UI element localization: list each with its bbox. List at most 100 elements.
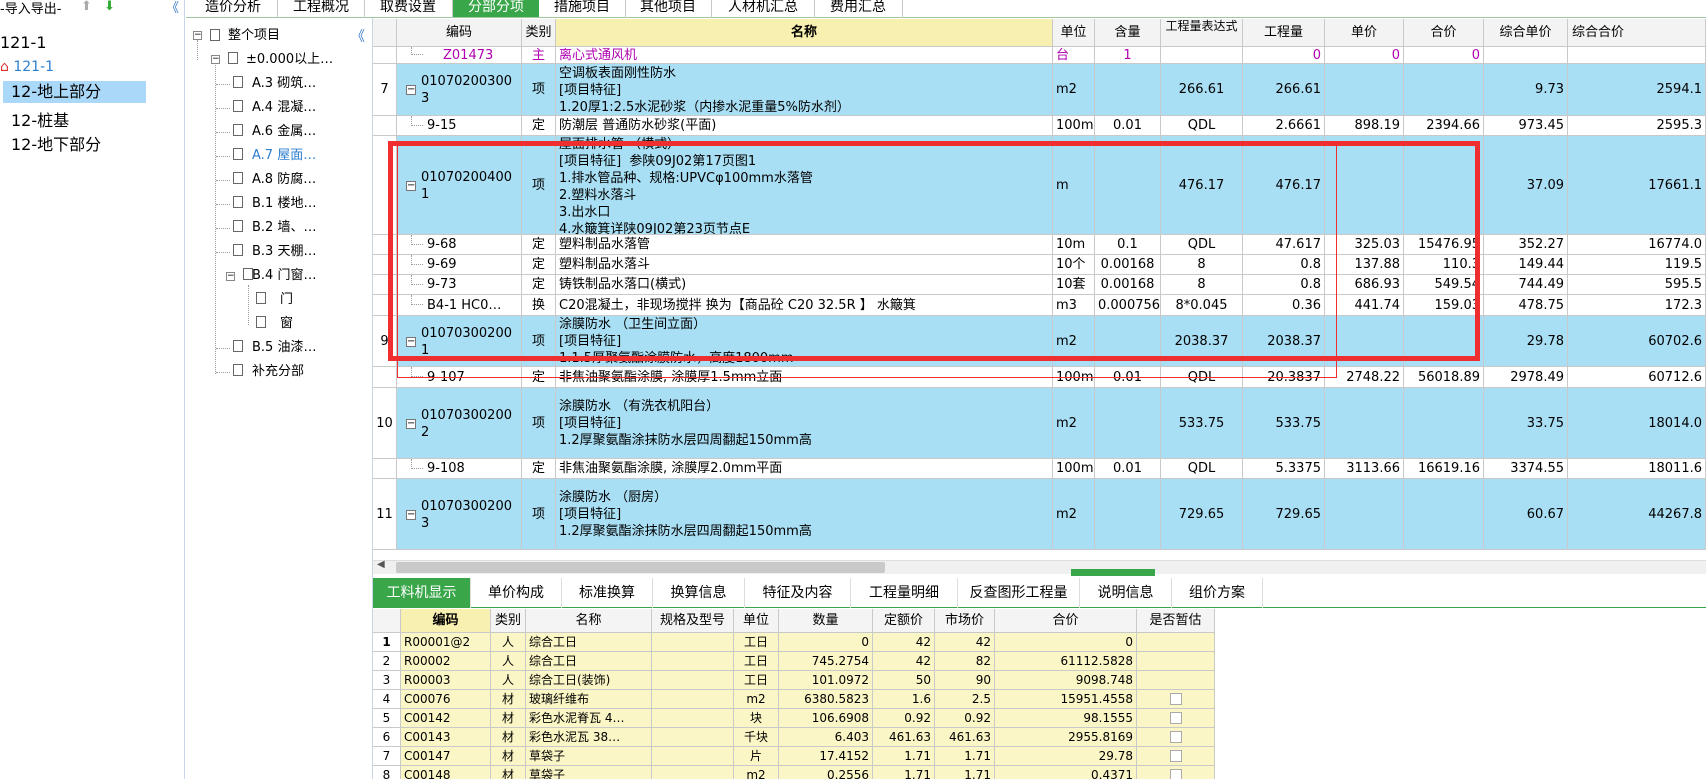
project-item-pile[interactable]: 12-桩基 xyxy=(11,107,69,131)
material-row[interactable]: 2 R00002 人综合工日 工日 745.2754 42 82 61112.5828 xyxy=(373,652,1251,671)
cell-qty[interactable]: 5.3375 xyxy=(1243,459,1325,479)
cell-unit-price[interactable]: 2978.49 xyxy=(1484,367,1568,388)
cell-price[interactable]: 3113.66 xyxy=(1325,459,1404,479)
bcell-unit[interactable]: 块 xyxy=(734,709,779,728)
bcell-no[interactable]: 3 xyxy=(373,671,401,690)
estimate-checkbox[interactable] xyxy=(1169,769,1182,779)
item-row[interactable]: 7 01070200300 3− 项空调板表面刚性防水 [项目特征] 1.20厚1:… xyxy=(373,64,1706,116)
cell-sum[interactable]: 18014.0 xyxy=(1568,388,1706,459)
cell-code[interactable]: 01070300200 3− xyxy=(397,479,522,550)
bcell-quota[interactable]: 0.92 xyxy=(873,709,935,728)
cell-unit-price[interactable]: 60.67 xyxy=(1484,479,1568,550)
bcell-unit[interactable]: 工日 xyxy=(734,652,779,671)
tree-item-a6[interactable]: A.6 金属… xyxy=(252,121,316,143)
bcell-est[interactable] xyxy=(1137,671,1215,690)
cell-name[interactable]: 涂膜防水 （厨房） [项目特征] 1.2厚聚氨酯涂抹防水层四周翻起150mm高 xyxy=(556,479,1053,550)
cell-sum[interactable]: 17661.1 xyxy=(1568,136,1706,235)
material-row[interactable]: 8 C00148 材草袋子 m2 0.2556 1.71 1.71 0.4371 xyxy=(373,766,1251,779)
bcell-unit[interactable]: m2 xyxy=(734,690,779,709)
cell-sum[interactable]: 44267.8 xyxy=(1568,479,1706,550)
cell-type[interactable]: 项 xyxy=(522,388,556,459)
cell-expr[interactable] xyxy=(1161,47,1243,64)
cell-total[interactable] xyxy=(1404,479,1484,550)
bcell-code[interactable]: C00148 xyxy=(401,766,491,779)
quota-row[interactable]: Z01473 主离心式通风机 台 1 0 0 0 xyxy=(373,47,1706,64)
header-unit-price[interactable]: 综合单价 xyxy=(1484,19,1568,47)
cell-sum[interactable]: 119.5 xyxy=(1568,255,1706,275)
estimate-checkbox[interactable] xyxy=(1169,693,1182,705)
bcell-name[interactable]: 综合工日 xyxy=(526,652,652,671)
project-root[interactable]: 121-1 xyxy=(0,33,47,52)
cell-qty-rate[interactable]: 1 xyxy=(1095,47,1161,64)
cell-unit[interactable]: 台 xyxy=(1053,47,1095,64)
cell-name[interactable]: 涂膜防水 （有洗衣机阳台） [项目特征] 1.2厚聚氨酯涂抹防水层四周翻起150… xyxy=(556,388,1053,459)
cell-unit-price[interactable]: 478.75 xyxy=(1484,295,1568,316)
bcell-qty[interactable]: 106.6908 xyxy=(779,709,873,728)
estimate-checkbox[interactable] xyxy=(1169,750,1182,762)
cell-sum[interactable]: 172.3 xyxy=(1568,295,1706,316)
bheader-estimate[interactable]: 是否暂估 xyxy=(1137,609,1215,633)
header-name[interactable]: 名称 xyxy=(556,19,1053,47)
tree-item-supplement[interactable]: 补充分部 xyxy=(252,361,304,383)
tree-item-a7[interactable]: A.7 屋面… xyxy=(252,145,316,167)
bcell-code[interactable]: C00147 xyxy=(401,747,491,766)
cell-sum[interactable]: 18011.6 xyxy=(1568,459,1706,479)
cell-expr[interactable]: 533.75 xyxy=(1161,388,1243,459)
material-row[interactable]: 4 C00076 材玻璃纤维布 m2 6380.5823 1.6 2.5 15951.4558 xyxy=(373,690,1251,709)
cell-unit-price[interactable]: 33.75 xyxy=(1484,388,1568,459)
material-row[interactable]: 1 R00001@2 人综合工日 工日 0 42 42 0 xyxy=(373,633,1251,652)
cell-no[interactable] xyxy=(373,47,397,64)
tab-other-items[interactable]: 其他项目 xyxy=(626,0,710,17)
cell-unit-price[interactable]: 3374.55 xyxy=(1484,459,1568,479)
bcell-type[interactable]: 人 xyxy=(491,633,526,652)
collapse-b4-icon[interactable]: − xyxy=(226,272,235,281)
scroll-left-icon[interactable]: ◀ xyxy=(377,559,385,570)
item-row[interactable]: 10 01070300200 2− 项涂膜防水 （有洗衣机阳台） [项目特征] 1.… xyxy=(373,388,1706,459)
bcell-qty[interactable]: 101.0972 xyxy=(779,671,873,690)
bheader-market[interactable]: 市场价 xyxy=(935,609,995,633)
tree-item-window[interactable]: 窗 xyxy=(280,313,293,335)
bcell-market[interactable]: 2.5 xyxy=(935,690,995,709)
collapse-left-icon[interactable]: 《 xyxy=(166,0,179,16)
bcell-spec[interactable] xyxy=(652,766,734,779)
cell-unit-price[interactable]: 973.45 xyxy=(1484,116,1568,136)
cell-total[interactable]: 2394.66 xyxy=(1404,116,1484,136)
bheader-code[interactable]: 编码 xyxy=(401,609,491,633)
cell-unit-price[interactable]: 29.78 xyxy=(1484,316,1568,367)
bcell-spec[interactable] xyxy=(652,652,734,671)
cell-qty[interactable]: 533.75 xyxy=(1243,388,1325,459)
bcell-name[interactable]: 综合工日(装饰) xyxy=(526,671,652,690)
cell-total[interactable] xyxy=(1404,64,1484,116)
collapse-row-icon[interactable]: − xyxy=(406,418,416,429)
cell-unit-price[interactable]: 9.73 xyxy=(1484,64,1568,116)
cell-code[interactable]: 01070200300 3− xyxy=(397,64,522,116)
tab-sections[interactable]: 分部分项 xyxy=(453,0,539,17)
material-row[interactable]: 5 C00142 材彩色水泥脊瓦 4… 块 106.6908 0.92 0.92 98.155… xyxy=(373,709,1251,728)
bcell-market[interactable]: 461.63 xyxy=(935,728,995,747)
bcell-code[interactable]: C00076 xyxy=(401,690,491,709)
bcell-spec[interactable] xyxy=(652,633,734,652)
bcell-no[interactable]: 6 xyxy=(373,728,401,747)
header-unit[interactable]: 单位 xyxy=(1053,19,1095,47)
bcell-quota[interactable]: 461.63 xyxy=(873,728,935,747)
material-row[interactable]: 7 C00147 材草袋子片 17.4152 1.71 1.71 29.78 xyxy=(373,747,1251,766)
cell-type[interactable]: 项 xyxy=(522,64,556,116)
bheader-name[interactable]: 名称 xyxy=(526,609,652,633)
cell-price[interactable] xyxy=(1325,64,1404,116)
bcell-spec[interactable] xyxy=(652,728,734,747)
cell-no[interactable] xyxy=(373,116,397,136)
cell-price[interactable]: 898.19 xyxy=(1325,116,1404,136)
estimate-checkbox[interactable] xyxy=(1169,731,1182,743)
bcell-type[interactable]: 材 xyxy=(491,728,526,747)
tab-cost-analysis[interactable]: 造价分析 xyxy=(190,0,276,17)
bcell-qty[interactable]: 0 xyxy=(779,633,873,652)
bheader-quota[interactable]: 定额价 xyxy=(873,609,935,633)
bcell-code[interactable]: C00142 xyxy=(401,709,491,728)
collapse-section-icon[interactable]: − xyxy=(211,55,220,64)
bcell-type[interactable]: 材 xyxy=(491,766,526,779)
scrollbar-thumb[interactable] xyxy=(396,562,885,573)
bheader-total[interactable]: 合价 xyxy=(995,609,1137,633)
bcell-market[interactable]: 90 xyxy=(935,671,995,690)
bcell-total[interactable]: 29.78 xyxy=(995,747,1137,766)
cell-no[interactable]: 7 xyxy=(373,64,397,116)
